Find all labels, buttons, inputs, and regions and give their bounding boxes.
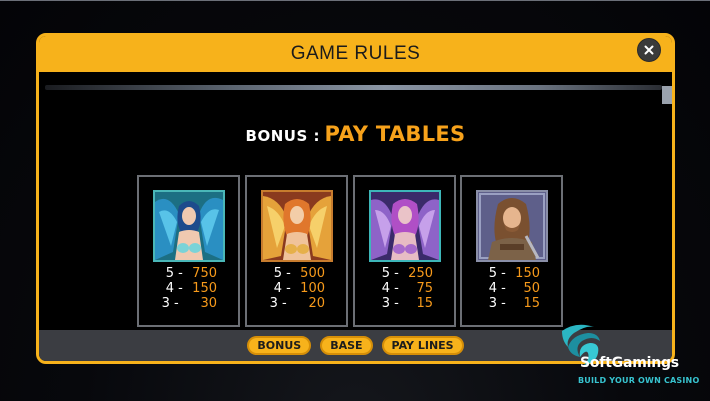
pay-count: 4 - xyxy=(165,281,187,296)
game-rules-modal: GAME RULES BONUS : PAY TABLES 5 - 750 4 … xyxy=(36,33,675,364)
pay-value: 100 xyxy=(300,281,325,296)
pay-count: 4 - xyxy=(488,281,510,296)
pay-value: 150 xyxy=(192,281,217,296)
pay-row: 4 - 50 xyxy=(462,281,561,296)
pay-count: 4 - xyxy=(381,281,403,296)
pay-row: 4 - 100 xyxy=(247,281,346,296)
pay-value: 150 xyxy=(515,266,540,281)
pay-count: 3 - xyxy=(488,296,510,311)
pay-count: 3 - xyxy=(381,296,403,311)
heading-prefix: BONUS : xyxy=(245,127,320,145)
paytable-card: 5 - 750 4 - 150 3 - 30 xyxy=(137,175,240,327)
pay-row: 4 - 150 xyxy=(139,281,238,296)
brand-tagline: BUILD YOUR OWN CASINO xyxy=(578,376,700,385)
pay-row: 5 - 750 xyxy=(139,266,238,281)
pay-count: 3 - xyxy=(269,296,295,311)
pay-rows: 5 - 500 4 - 100 3 - 20 xyxy=(247,266,346,311)
symbol-golden-angel xyxy=(261,190,333,262)
tab-base[interactable]: BASE xyxy=(320,336,373,355)
pay-value: 20 xyxy=(308,296,325,311)
top-border-line xyxy=(0,0,710,1)
header-divider xyxy=(45,85,662,90)
softgamings-watermark: SoftGamings BUILD YOUR OWN CASINO xyxy=(558,321,710,401)
paytable-card: 5 - 250 4 - 75 3 - 15 xyxy=(353,175,456,327)
pay-row: 3 - 15 xyxy=(462,296,561,311)
pay-row: 5 - 250 xyxy=(355,266,454,281)
pay-value: 75 xyxy=(416,281,433,296)
pay-value: 50 xyxy=(523,281,540,296)
paytable-card: 5 - 150 4 - 50 3 - 15 xyxy=(460,175,563,327)
pay-value: 250 xyxy=(408,266,433,281)
section-heading: BONUS : PAY TABLES xyxy=(39,122,672,146)
pay-count: 5 - xyxy=(165,266,187,281)
pay-count: 5 - xyxy=(273,266,295,281)
pay-value: 15 xyxy=(416,296,433,311)
pay-count: 3 - xyxy=(161,296,187,311)
pay-count: 4 - xyxy=(273,281,295,296)
symbol-purple-angel xyxy=(369,190,441,262)
pay-row: 3 - 30 xyxy=(139,296,238,311)
symbol-warrior xyxy=(476,190,548,262)
pay-row: 3 - 15 xyxy=(355,296,454,311)
pay-value: 750 xyxy=(192,266,217,281)
symbol-blue-angel xyxy=(153,190,225,262)
paytable-card: 5 - 500 4 - 100 3 - 20 xyxy=(245,175,348,327)
tab-bonus[interactable]: BONUS xyxy=(247,336,312,355)
pay-row: 5 - 500 xyxy=(247,266,346,281)
pay-value: 30 xyxy=(200,296,217,311)
pay-value: 500 xyxy=(300,266,325,281)
brand-name: SoftGamings xyxy=(580,355,679,371)
close-icon xyxy=(644,45,654,55)
pay-count: 5 - xyxy=(488,266,510,281)
modal-header: GAME RULES xyxy=(39,36,672,72)
pay-row: 4 - 75 xyxy=(355,281,454,296)
pay-row: 3 - 20 xyxy=(247,296,346,311)
pay-rows: 5 - 750 4 - 150 3 - 30 xyxy=(139,266,238,311)
scrollbar-thumb[interactable] xyxy=(662,86,672,104)
modal-title: GAME RULES xyxy=(290,43,421,64)
tab-pay-lines[interactable]: PAY LINES xyxy=(381,336,464,355)
pay-row: 5 - 150 xyxy=(462,266,561,281)
pay-rows: 5 - 150 4 - 50 3 - 15 xyxy=(462,266,561,311)
pay-value: 15 xyxy=(523,296,540,311)
heading-title: PAY TABLES xyxy=(324,122,466,146)
close-button[interactable] xyxy=(637,38,661,62)
pay-count: 5 - xyxy=(381,266,403,281)
pay-rows: 5 - 250 4 - 75 3 - 15 xyxy=(355,266,454,311)
